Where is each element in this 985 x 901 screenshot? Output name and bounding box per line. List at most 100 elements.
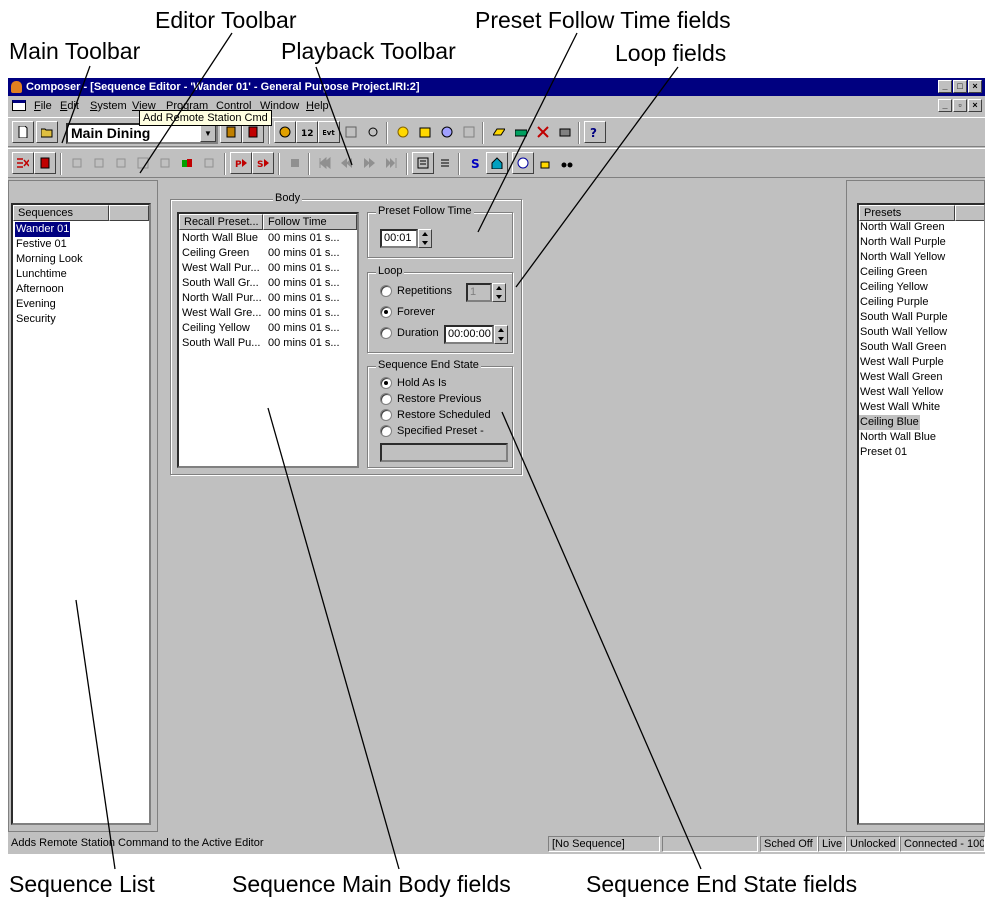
list-item[interactable]: Security xyxy=(15,312,57,327)
print-button[interactable] xyxy=(510,121,532,143)
remove-item-button[interactable] xyxy=(12,152,34,174)
list-item[interactable]: West Wall Purple xyxy=(859,355,945,370)
export-button[interactable] xyxy=(554,121,576,143)
body-row-preset[interactable]: North Wall Pur... xyxy=(181,291,263,306)
play-step-button[interactable]: S xyxy=(252,152,274,174)
duration-field[interactable]: 00:00:00 xyxy=(444,325,494,344)
stop-button[interactable] xyxy=(284,152,306,174)
context-help-button[interactable]: ? xyxy=(584,121,606,143)
last-button[interactable] xyxy=(380,152,402,174)
clock-button[interactable] xyxy=(436,121,458,143)
duration-spinner[interactable] xyxy=(494,325,508,344)
room-select[interactable]: Main Dining ▼ xyxy=(66,123,218,144)
sequences-column-header-extra[interactable] xyxy=(109,205,149,221)
list-item[interactable]: Preset 01 xyxy=(859,445,908,460)
list-item[interactable]: Ceiling Blue xyxy=(859,415,920,430)
menu-edit[interactable]: Edit xyxy=(60,100,79,112)
follow-time-column-header[interactable]: Follow Time xyxy=(263,214,357,230)
scheduler-button[interactable] xyxy=(414,121,436,143)
body-row-follow-time[interactable]: 00 mins 01 s... xyxy=(267,291,341,306)
add-remote-station-cmd-button[interactable] xyxy=(132,152,154,174)
new-button[interactable] xyxy=(12,121,34,143)
body-row-follow-time[interactable]: 00 mins 01 s... xyxy=(267,261,341,276)
list-item[interactable]: North Wall Blue xyxy=(859,430,937,445)
body-row-follow-time[interactable]: 00 mins 01 s... xyxy=(267,246,341,261)
body-row-follow-time[interactable]: 00 mins 01 s... xyxy=(267,321,341,336)
body-row-preset[interactable]: South Wall Pu... xyxy=(181,336,261,351)
doc-minimize-button[interactable]: _ xyxy=(938,99,952,112)
first-button[interactable] xyxy=(314,152,336,174)
duration-radio-dot[interactable] xyxy=(380,327,392,339)
list-item[interactable]: Ceiling Green xyxy=(859,265,928,280)
add-preset-cmd-button[interactable] xyxy=(66,152,88,174)
list-item[interactable]: Festive 01 xyxy=(15,237,68,252)
menu-file[interactable]: File xyxy=(34,100,52,112)
doc-restore-button[interactable]: ▫ xyxy=(953,99,967,112)
body-row-follow-time[interactable]: 00 mins 01 s... xyxy=(267,336,341,351)
home-button[interactable] xyxy=(486,152,508,174)
eraser-button[interactable] xyxy=(488,121,510,143)
menu-system[interactable]: System xyxy=(90,100,127,112)
repetitions-field[interactable]: 1 xyxy=(466,283,492,302)
add-text-cmd-button[interactable] xyxy=(198,152,220,174)
list-item[interactable]: West Wall Green xyxy=(859,370,944,385)
body-row-preset[interactable]: North Wall Blue xyxy=(181,231,259,246)
list-item[interactable]: Afternoon xyxy=(15,282,65,297)
repetitions-spinner[interactable] xyxy=(492,283,506,302)
body-row-follow-time[interactable]: 00 mins 01 s... xyxy=(267,276,341,291)
recall-preset-column-header[interactable]: Recall Preset... xyxy=(179,214,263,230)
details-view-button[interactable] xyxy=(412,152,434,174)
list-item[interactable]: Evening xyxy=(15,297,57,312)
sequences-column-header[interactable]: Sequences xyxy=(13,205,109,221)
body-row-follow-time[interactable]: 00 mins 01 s... xyxy=(267,306,341,321)
refresh-button[interactable] xyxy=(362,121,384,143)
timer-button[interactable] xyxy=(512,152,534,174)
body-row-preset[interactable]: South Wall Gr... xyxy=(181,276,260,291)
blind-button[interactable] xyxy=(556,152,578,174)
close-button[interactable]: × xyxy=(968,80,982,93)
chevron-down-icon[interactable]: ▼ xyxy=(200,125,216,142)
next-button[interactable] xyxy=(358,152,380,174)
body-row-preset[interactable]: West Wall Pur... xyxy=(181,261,261,276)
clear-list-button[interactable] xyxy=(34,152,56,174)
list-item[interactable]: South Wall Green xyxy=(859,340,947,355)
list-item[interactable]: North Wall Green xyxy=(859,220,946,235)
title-bar[interactable]: Composer - [Sequence Editor - 'Wander 01… xyxy=(8,78,985,96)
auto-button[interactable] xyxy=(458,121,480,143)
body-row-preset[interactable]: Ceiling Green xyxy=(181,246,250,261)
list-item[interactable]: North Wall Yellow xyxy=(859,250,946,265)
open-button[interactable] xyxy=(36,121,58,143)
preset-follow-time-field[interactable]: 00:01 xyxy=(380,229,418,248)
add-event-cmd-button[interactable] xyxy=(110,152,132,174)
list-item[interactable]: West Wall White xyxy=(859,400,941,415)
list-item[interactable]: Wander 01 xyxy=(15,222,71,237)
specified-preset-radio-dot[interactable] xyxy=(380,425,392,437)
forever-radio-dot[interactable] xyxy=(380,306,392,318)
add-macro-cmd-button[interactable] xyxy=(176,152,198,174)
list-item[interactable]: Lunchtime xyxy=(15,267,68,282)
list-item[interactable]: South Wall Yellow xyxy=(859,325,948,340)
preset-follow-time-spinner[interactable] xyxy=(418,229,432,248)
hold-as-is-radio-dot[interactable] xyxy=(380,377,392,389)
play-from-button[interactable]: P xyxy=(230,152,252,174)
add-sequence-cmd-button[interactable] xyxy=(88,152,110,174)
add-variable-cmd-button[interactable] xyxy=(154,152,176,174)
preset-button[interactable] xyxy=(274,121,296,143)
doc-close-button[interactable]: × xyxy=(968,99,982,112)
body-row-preset[interactable]: West Wall Gre... xyxy=(181,306,262,321)
list-item[interactable]: North Wall Purple xyxy=(859,235,947,250)
minimize-button[interactable]: _ xyxy=(938,80,952,93)
list-item[interactable]: Ceiling Purple xyxy=(859,295,929,310)
restore-scheduled-radio-dot[interactable] xyxy=(380,409,392,421)
body-row-preset[interactable]: Ceiling Yellow xyxy=(181,321,251,336)
keypad-button[interactable] xyxy=(340,121,362,143)
body-row-follow-time[interactable]: 00 mins 01 s... xyxy=(267,231,341,246)
repetitions-radio-dot[interactable] xyxy=(380,285,392,297)
restore-previous-radio-dot[interactable] xyxy=(380,393,392,405)
event-button[interactable]: Evt xyxy=(318,121,340,143)
list-item[interactable]: West Wall Yellow xyxy=(859,385,944,400)
delete-all-button[interactable] xyxy=(532,121,554,143)
specified-preset-field[interactable] xyxy=(380,443,508,462)
presets-column-header[interactable]: Presets xyxy=(859,205,955,221)
scene-s-button[interactable]: S xyxy=(464,152,486,174)
